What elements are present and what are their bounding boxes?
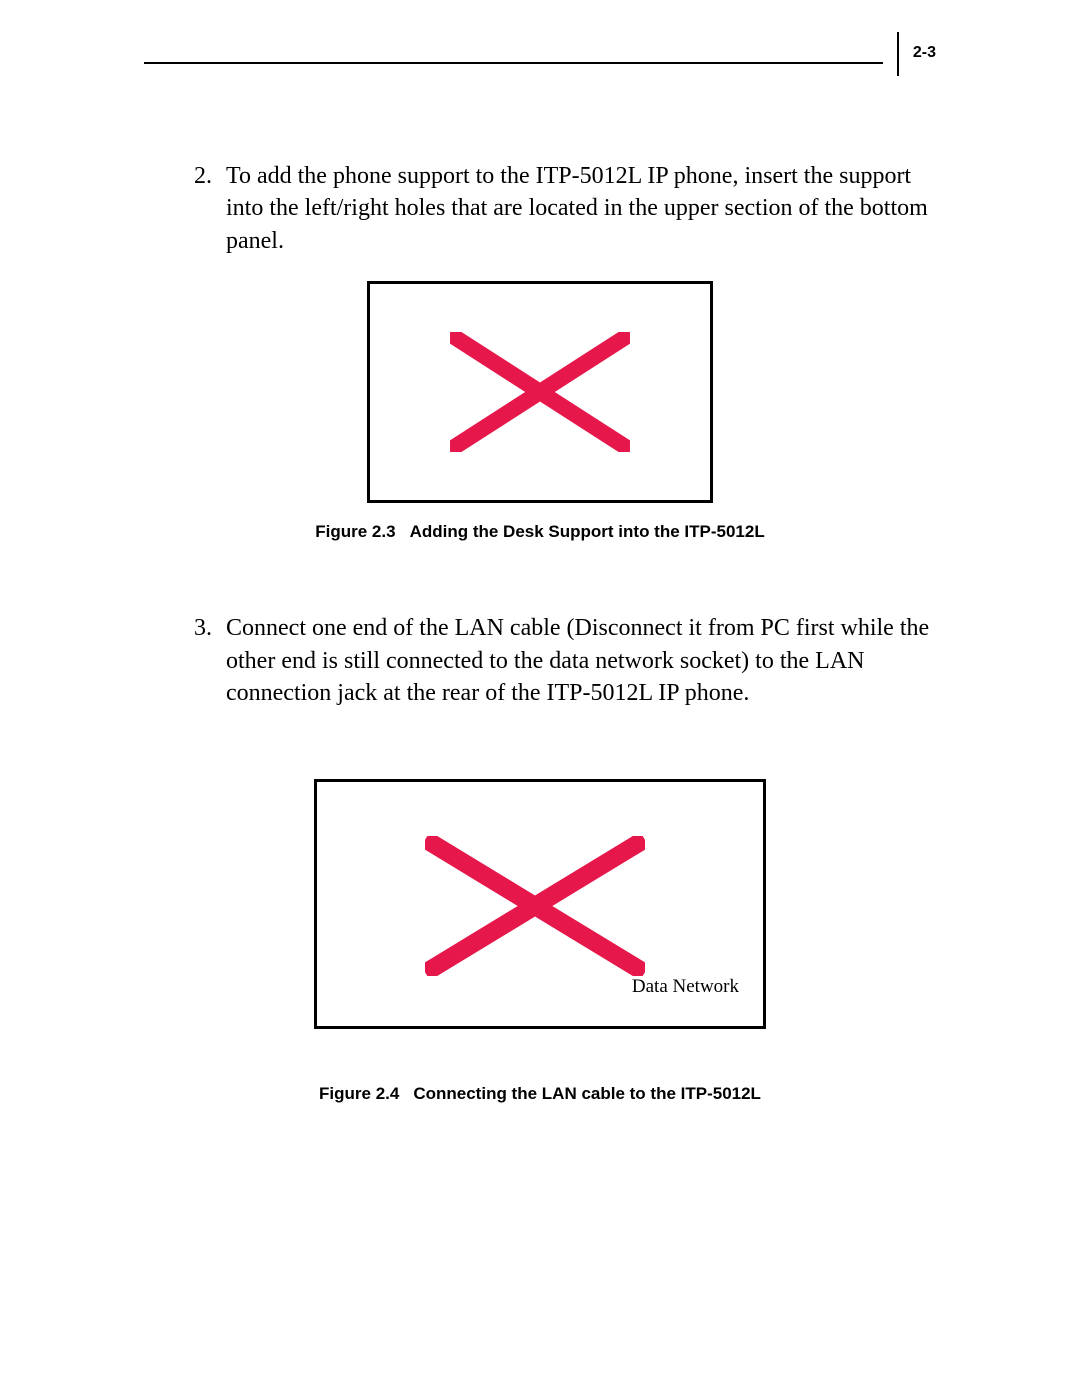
figure-2-3-box [367, 281, 713, 503]
header-separator [897, 32, 899, 76]
figure-2-4-caption-prefix: Figure 2.4 [319, 1084, 399, 1103]
step-3-text: Connect one end of the LAN cable (Discon… [226, 612, 936, 709]
page-header: 2-3 [144, 32, 936, 76]
broken-image-icon [450, 332, 630, 452]
spacer [144, 1034, 936, 1070]
step-3: 3. Connect one end of the LAN cable (Dis… [194, 612, 936, 709]
spacer [144, 709, 936, 755]
figure-2-3: Figure 2.3 Adding the Desk Support into t… [144, 281, 936, 542]
spacer [144, 542, 936, 612]
page: 2-3 2. To add the phone support to the I… [0, 0, 1080, 1397]
figure-2-3-caption-prefix: Figure 2.3 [315, 522, 395, 541]
broken-image-icon [425, 836, 645, 976]
figure-2-4-box: Data Network [314, 779, 766, 1029]
figure-2-3-caption: Figure 2.3 Adding the Desk Support into t… [144, 522, 936, 542]
header-rule [144, 62, 883, 64]
figure-2-4-inner-label: Data Network [632, 976, 739, 998]
figure-2-4: Data Network Figure 2.4 Connecting the LA… [144, 779, 936, 1104]
figure-2-4-caption: Figure 2.4 Connecting the LAN cable to th… [144, 1084, 936, 1104]
step-3-number: 3. [194, 612, 226, 709]
figure-2-3-caption-title: Adding the Desk Support into the ITP-501… [410, 522, 765, 541]
content: 2. To add the phone support to the ITP-5… [144, 160, 936, 1104]
step-2: 2. To add the phone support to the ITP-5… [194, 160, 936, 257]
figure-2-4-caption-title: Connecting the LAN cable to the ITP-5012… [413, 1084, 761, 1103]
page-number: 2-3 [913, 32, 936, 62]
step-2-text: To add the phone support to the ITP-5012… [226, 160, 936, 257]
step-2-number: 2. [194, 160, 226, 257]
